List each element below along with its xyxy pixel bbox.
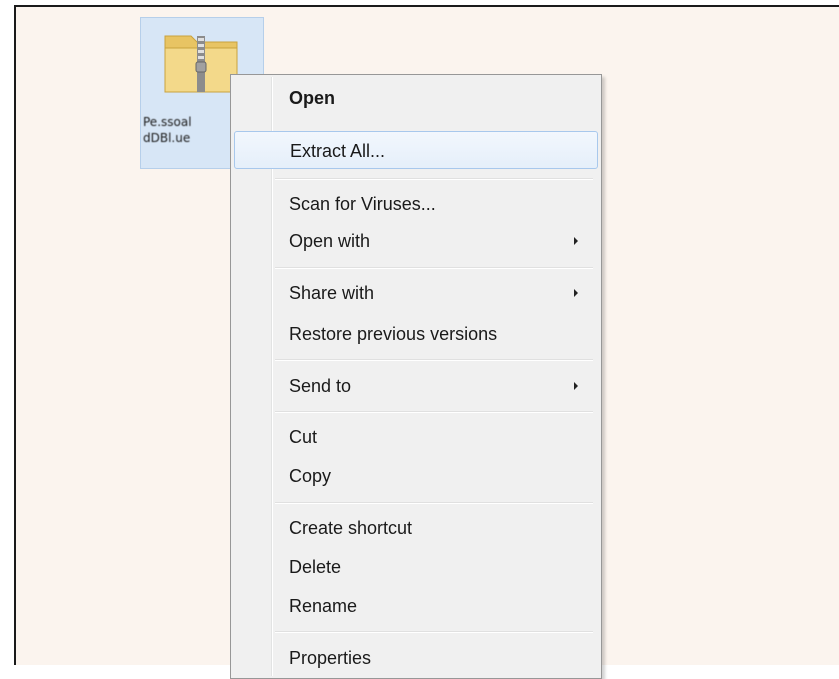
menu-item-label: Share with [289,283,375,303]
menu-item-restore-previous-versions[interactable]: Restore previous versions [234,315,598,353]
menu-item-create-shortcut[interactable]: Create shortcut [234,509,598,547]
chevron-right-icon [574,289,578,297]
menu-item-scan-for-viruses[interactable]: Scan for Viruses... [234,185,598,223]
menu-item-label: Rename [289,596,358,616]
menu-item-label: Open with [289,231,371,251]
menu-item-open[interactable]: Open [234,79,598,117]
zip-folder-icon [164,35,238,93]
menu-item-properties[interactable]: Properties [234,639,598,677]
menu-item-label: Extract All... [290,141,386,161]
menu-separator [275,178,593,180]
menu-separator [275,411,593,413]
menu-item-share-with[interactable]: Share with [234,274,598,312]
menu-item-label: Scan for Viruses... [289,194,436,214]
menu-item-label: Open [289,88,336,108]
menu-item-label: Cut [289,427,318,447]
chevron-right-icon [574,237,578,245]
menu-separator [275,631,593,633]
chevron-right-icon [574,382,578,390]
menu-item-label: Copy [289,466,332,486]
menu-item-label: Create shortcut [289,518,413,538]
menu-item-cut[interactable]: Cut [234,418,598,456]
menu-item-label: Delete [289,557,342,577]
menu-item-label: Properties [289,648,372,668]
menu-separator [275,267,593,269]
menu-item-extract-all[interactable]: Extract All... [234,131,598,169]
menu-item-open-with[interactable]: Open with [234,222,598,260]
menu-separator [275,359,593,361]
menu-item-label: Restore previous versions [289,324,498,344]
context-menu: Open Extract All... Scan for Viruses... … [230,74,602,679]
menu-item-label: Send to [289,376,352,396]
desktop-area: Pe.ssoal dDBl.ue Open Extract All... Sca… [14,5,839,679]
menu-item-delete[interactable]: Delete [234,548,598,586]
menu-separator [275,502,593,504]
menu-item-send-to[interactable]: Send to [234,367,598,405]
menu-item-copy[interactable]: Copy [234,457,598,495]
menu-item-rename[interactable]: Rename [234,587,598,625]
